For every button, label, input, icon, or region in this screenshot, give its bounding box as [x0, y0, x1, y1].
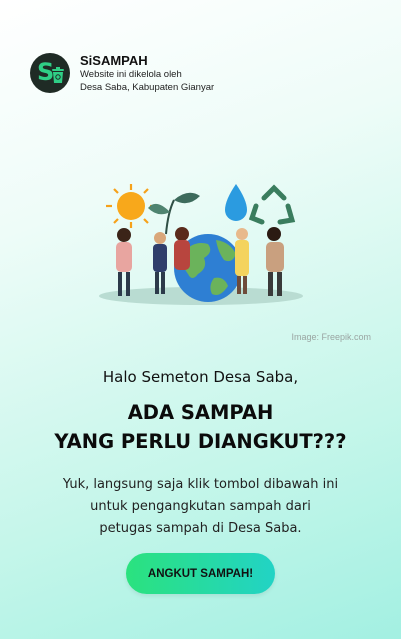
person-2: [153, 232, 167, 294]
description-line1: Yuk, langsung saja klik tombol dibawah i…: [62, 477, 339, 492]
headline-line1: ADA SAMPAH: [127, 401, 274, 424]
description-line2: untuk pengangkutan sampah dari: [90, 499, 311, 514]
person-5: [266, 227, 284, 296]
greeting-text: Halo Semeton Desa Saba,: [102, 368, 299, 386]
headline-line2: YANG PERLU DIANGKUT???: [54, 430, 347, 453]
angkut-sampah-button[interactable]: ANGKUT SAMPAH!: [126, 553, 275, 594]
recycle-icon: [248, 184, 296, 225]
sisampah-logo[interactable]: S: [30, 53, 70, 93]
person-3: [174, 227, 190, 270]
headline: ADA SAMPAH YANG PERLU DIANGKUT???: [0, 398, 401, 456]
hero-illustration: [99, 184, 303, 305]
trash-bin-icon: [52, 67, 64, 83]
site-subtitle-line1: Website ini dikelola oleh: [80, 69, 182, 80]
plant-icon: [148, 192, 200, 235]
site-subtitle-line2: Desa Saba, Kabupaten Gianyar: [80, 82, 215, 93]
person-4: [235, 228, 249, 294]
water-drop-icon: [225, 184, 247, 221]
description-line3: petugas sampah di Desa Saba.: [99, 521, 302, 536]
site-header: S SiSAMPAH Website ini dikelola oleh Des…: [30, 53, 214, 94]
site-title: SiSAMPAH: [80, 53, 148, 68]
description: Yuk, langsung saja klik tombol dibawah i…: [30, 474, 371, 540]
image-credit: Image: Freepik.com: [291, 332, 371, 342]
person-1: [116, 228, 132, 296]
brand-text: SiSAMPAH Website ini dikelola oleh Desa …: [80, 53, 214, 94]
sun-icon: [106, 184, 156, 228]
